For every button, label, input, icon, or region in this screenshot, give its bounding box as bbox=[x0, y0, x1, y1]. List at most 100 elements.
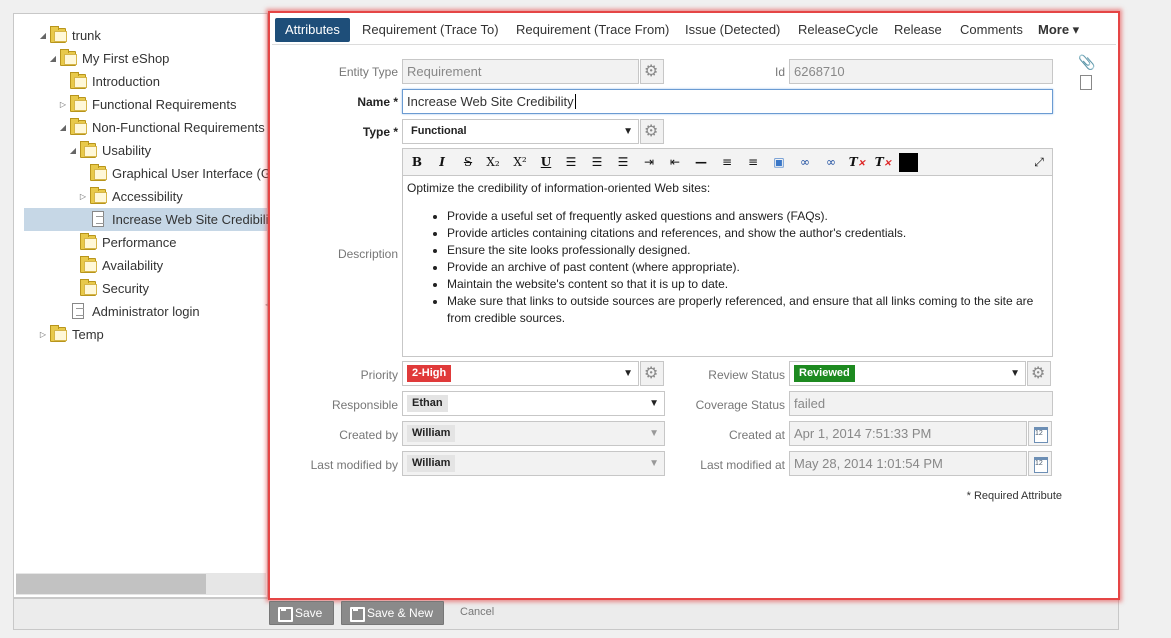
tab-comments[interactable]: Comments bbox=[960, 18, 1023, 42]
clear-format-icon[interactable]: T✕ bbox=[846, 152, 868, 172]
subscript-button[interactable]: X₂ bbox=[482, 152, 504, 172]
folder-icon bbox=[60, 49, 77, 66]
tree-item[interactable]: Security bbox=[14, 277, 267, 300]
collapse-arrow-icon[interactable]: ◢ bbox=[38, 24, 48, 47]
tree-item[interactable]: ◢ My First eShop bbox=[14, 47, 267, 70]
save-and-new-button[interactable]: Save & New bbox=[341, 601, 444, 625]
save-button[interactable]: Save bbox=[269, 601, 334, 625]
tabs-divider bbox=[272, 44, 1116, 45]
tree-item[interactable]: Increase Web Site Credibility bbox=[24, 208, 279, 231]
tree-item[interactable]: ▷ Functional Requirements bbox=[14, 93, 267, 116]
collapse-arrow-icon[interactable]: ◢ bbox=[58, 116, 68, 139]
expand-arrow-icon[interactable]: ▷ bbox=[78, 185, 88, 208]
tab-issue-detected[interactable]: Issue (Detected) bbox=[685, 18, 780, 42]
collapse-arrow-icon[interactable]: ◢ bbox=[68, 139, 78, 162]
calendar-icon[interactable] bbox=[1028, 451, 1052, 476]
created-at-label: Created at bbox=[728, 428, 785, 442]
last-modified-by-value: William bbox=[407, 455, 456, 473]
superscript-button[interactable]: X² bbox=[509, 152, 531, 172]
tree-item-label: Increase Web Site Credibility bbox=[112, 212, 279, 227]
list-item: Provide an archive of past content (wher… bbox=[447, 259, 1048, 276]
type-select[interactable]: Functional ▼ bbox=[402, 119, 639, 144]
align-left-icon[interactable]: ☰ bbox=[560, 152, 582, 172]
text-color-swatch[interactable] bbox=[899, 153, 918, 172]
indent-icon[interactable]: ⇥ bbox=[638, 152, 660, 172]
scrollbar-thumb[interactable] bbox=[16, 574, 206, 594]
horizontal-rule-icon[interactable]: — bbox=[690, 152, 712, 172]
priority-gear-icon[interactable] bbox=[640, 361, 664, 386]
tab-requirement-trace-from[interactable]: Requirement (Trace From) bbox=[516, 18, 669, 42]
expand-arrow-icon[interactable]: ▷ bbox=[58, 93, 68, 116]
attributes-form-panel: Attributes Requirement (Trace To) Requir… bbox=[268, 11, 1120, 600]
attachment-paperclip-icon[interactable]: 📎 bbox=[1078, 55, 1095, 71]
id-field: 6268710 bbox=[789, 59, 1053, 84]
tree-item-label: Non-Functional Requirements bbox=[92, 120, 265, 135]
folder-icon bbox=[70, 118, 87, 135]
priority-select[interactable]: 2-High ▼ bbox=[402, 361, 639, 386]
last-modified-at-label: Last modified at bbox=[700, 458, 785, 472]
outdent-icon[interactable]: ⇤ bbox=[664, 152, 686, 172]
tree-item[interactable]: ◢ Usability bbox=[14, 139, 267, 162]
created-at-field: Apr 1, 2014 7:51:33 PM bbox=[789, 421, 1027, 446]
type-gear-icon[interactable] bbox=[640, 119, 664, 144]
tab-release-cycle[interactable]: ReleaseCycle bbox=[798, 18, 878, 42]
folder-icon bbox=[90, 164, 107, 181]
tree-item[interactable]: Graphical User Interface (GU bbox=[14, 162, 280, 185]
insert-image-icon[interactable]: ▣ bbox=[768, 152, 790, 172]
description-intro: Optimize the credibility of information-… bbox=[407, 181, 711, 195]
responsible-value: Ethan bbox=[407, 395, 448, 413]
tree-item[interactable]: ▷ Accessibility bbox=[14, 185, 267, 208]
underline-button[interactable]: U bbox=[535, 152, 557, 172]
responsible-select[interactable]: Ethan ▼ bbox=[402, 391, 665, 416]
tree-item[interactable]: ◢ trunk bbox=[14, 24, 267, 47]
tree-item[interactable]: Availability bbox=[14, 254, 267, 277]
strikethrough-button[interactable]: S bbox=[457, 152, 479, 172]
folder-icon bbox=[80, 279, 97, 296]
link-icon[interactable]: ∞ bbox=[794, 152, 816, 172]
list-item: Ensure the site looks professionally des… bbox=[447, 242, 1048, 259]
created-by-select: William ▼ bbox=[402, 421, 665, 446]
calendar-icon[interactable] bbox=[1028, 421, 1052, 446]
bold-button[interactable]: B bbox=[406, 152, 428, 172]
tree-item-label: Security bbox=[102, 281, 149, 296]
tab-release[interactable]: Release bbox=[894, 18, 942, 42]
review-status-select[interactable]: Reviewed ▼ bbox=[789, 361, 1026, 386]
folder-icon bbox=[50, 325, 67, 342]
review-status-gear-icon[interactable] bbox=[1027, 361, 1051, 386]
tree-item[interactable]: Performance bbox=[14, 231, 267, 254]
tab-attributes[interactable]: Attributes bbox=[275, 18, 350, 42]
tab-requirement-trace-to[interactable]: Requirement (Trace To) bbox=[362, 18, 499, 42]
priority-badge: 2-High bbox=[407, 365, 452, 383]
list-item: Make sure that links to outside sources … bbox=[447, 293, 1048, 327]
review-status-label: Review Status bbox=[708, 368, 785, 382]
unlink-icon[interactable]: ∞ bbox=[820, 152, 842, 172]
folder-icon bbox=[70, 72, 87, 89]
coverage-status-field: failed bbox=[789, 391, 1053, 416]
new-document-icon[interactable] bbox=[1080, 75, 1092, 90]
tree-item[interactable]: Administrator login bbox=[14, 300, 267, 323]
tree-item-label: Graphical User Interface (GU bbox=[112, 166, 281, 181]
horizontal-scrollbar[interactable] bbox=[16, 573, 266, 595]
clear-style-icon[interactable]: T✕ bbox=[872, 152, 894, 172]
numbered-list-icon[interactable]: ≡ bbox=[716, 152, 738, 172]
description-editor[interactable]: Optimize the credibility of information-… bbox=[402, 176, 1053, 357]
cancel-link[interactable]: Cancel bbox=[460, 606, 494, 618]
align-right-icon[interactable]: ☰ bbox=[612, 152, 634, 172]
collapse-arrow-icon[interactable]: ◢ bbox=[48, 47, 58, 70]
name-input[interactable]: Increase Web Site Credibility bbox=[402, 89, 1053, 114]
maximize-editor-icon[interactable]: ⤢ bbox=[1028, 152, 1050, 172]
italic-button[interactable]: I bbox=[431, 152, 453, 172]
tree-item-label: Functional Requirements bbox=[92, 97, 237, 112]
tab-more-dropdown[interactable]: More ▾ bbox=[1038, 18, 1079, 42]
tree-item[interactable]: ◢ Non-Functional Requirements bbox=[14, 116, 267, 139]
align-center-icon[interactable]: ☰ bbox=[586, 152, 608, 172]
created-by-value: William bbox=[407, 425, 456, 443]
tree-item[interactable]: Introduction bbox=[14, 70, 267, 93]
entity-type-gear-icon[interactable] bbox=[640, 59, 664, 84]
bullet-list-icon[interactable]: ≡ bbox=[742, 152, 764, 172]
tree-item-label: Performance bbox=[102, 235, 177, 250]
expand-arrow-icon[interactable]: ▷ bbox=[38, 323, 48, 346]
tree-item[interactable]: ▷ Temp bbox=[14, 323, 267, 346]
tree-item-label: Introduction bbox=[92, 74, 160, 89]
folder-icon bbox=[50, 26, 67, 43]
